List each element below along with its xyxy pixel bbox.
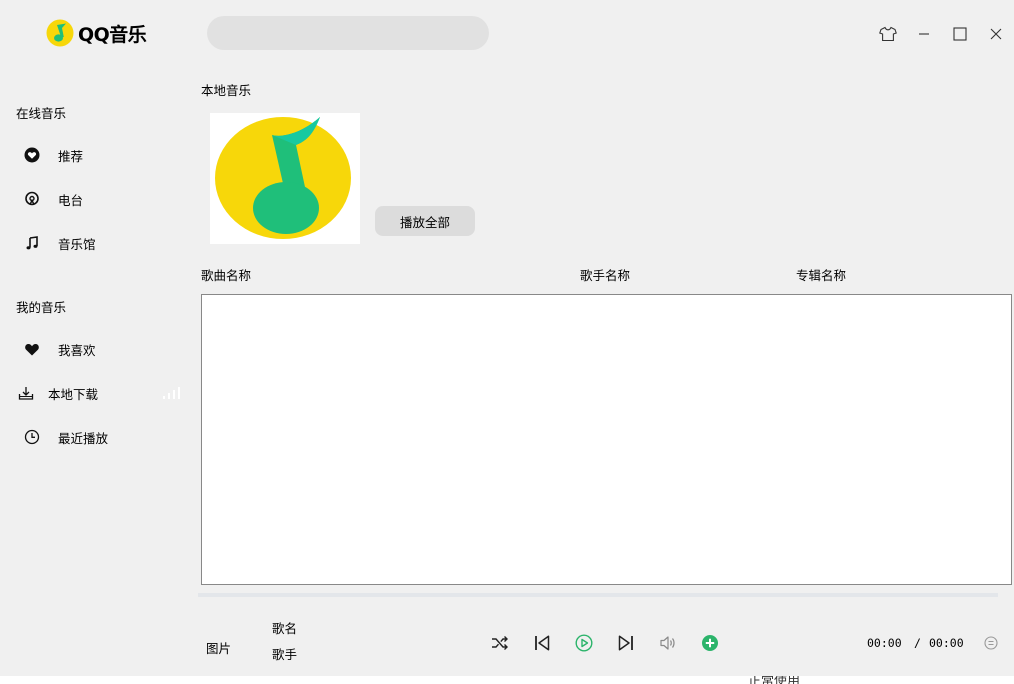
column-header-song[interactable]: 歌曲名称 (201, 265, 251, 284)
sidebar-item-label: 本地下载 (48, 386, 99, 402)
background-text-fragment: 正常使用 (748, 676, 801, 684)
playlist-queue-icon[interactable] (981, 633, 1001, 653)
qq-music-logo-icon (46, 19, 74, 47)
background-window-strip: 正常使用 (0, 676, 1014, 684)
maximize-icon[interactable] (950, 24, 970, 44)
current-time: 00:00 (867, 636, 902, 650)
sidebar-item-label: 音乐馆 (58, 236, 96, 252)
sidebar-item-favorites[interactable]: 我喜欢 (24, 337, 96, 361)
playlist-cover (210, 113, 360, 244)
sidebar-item-radio[interactable]: 电台 (24, 187, 83, 211)
total-time: 00:00 (929, 636, 964, 650)
column-header-album[interactable]: 专辑名称 (796, 265, 846, 284)
volume-icon[interactable] (658, 633, 678, 653)
time-separator: / (914, 636, 921, 650)
close-icon[interactable] (986, 24, 1006, 44)
song-list[interactable] (201, 294, 1012, 585)
download-icon (18, 385, 34, 401)
play-icon[interactable] (574, 633, 594, 653)
column-header-artist[interactable]: 歌手名称 (580, 265, 630, 284)
sidebar: QQ音乐 在线音乐 推荐 电台 音乐馆 我的音乐 我喜欢 本地下载 最近播放 (0, 0, 198, 684)
heart-badge-icon (24, 147, 40, 163)
skin-icon[interactable] (878, 24, 898, 44)
qq-music-cover-icon (210, 113, 360, 244)
add-to-playlist-icon[interactable] (700, 633, 720, 653)
signal-bars-icon (163, 385, 180, 399)
music-note-icon (24, 235, 40, 251)
app-logo[interactable]: QQ音乐 (46, 19, 147, 47)
minimize-icon[interactable] (914, 24, 934, 44)
heart-icon (24, 341, 40, 357)
page-title: 本地音乐 (201, 83, 252, 98)
playback-progress-bar[interactable] (198, 593, 998, 597)
radio-icon (24, 191, 40, 207)
previous-track-icon[interactable] (532, 633, 552, 653)
sidebar-item-recommend[interactable]: 推荐 (24, 143, 83, 167)
search-input[interactable] (207, 16, 489, 50)
my-music-section-label: 我的音乐 (16, 300, 67, 315)
sidebar-item-recent[interactable]: 最近播放 (24, 425, 108, 449)
now-playing-artist: 歌手 (272, 647, 298, 662)
sidebar-item-music-hall[interactable]: 音乐馆 (24, 231, 96, 255)
now-playing-cover-label: 图片 (206, 641, 232, 656)
sidebar-item-label: 推荐 (58, 148, 84, 164)
sidebar-item-label: 我喜欢 (58, 342, 96, 358)
next-track-icon[interactable] (616, 633, 636, 653)
sidebar-item-local-download[interactable]: 本地下载 (18, 381, 98, 405)
main-panel: 本地音乐 播放全部 歌曲名称 歌手名称 专辑名称 图片 歌名 歌手 00:00 … (198, 0, 1014, 684)
clock-icon (24, 429, 40, 445)
now-playing-song-name: 歌名 (272, 621, 298, 636)
online-music-section-label: 在线音乐 (16, 106, 67, 121)
play-all-button[interactable]: 播放全部 (375, 206, 475, 236)
sidebar-item-label: 最近播放 (58, 430, 109, 446)
sidebar-item-label: 电台 (58, 192, 84, 208)
app-name: QQ音乐 (78, 23, 147, 46)
shuffle-icon[interactable] (490, 633, 510, 653)
